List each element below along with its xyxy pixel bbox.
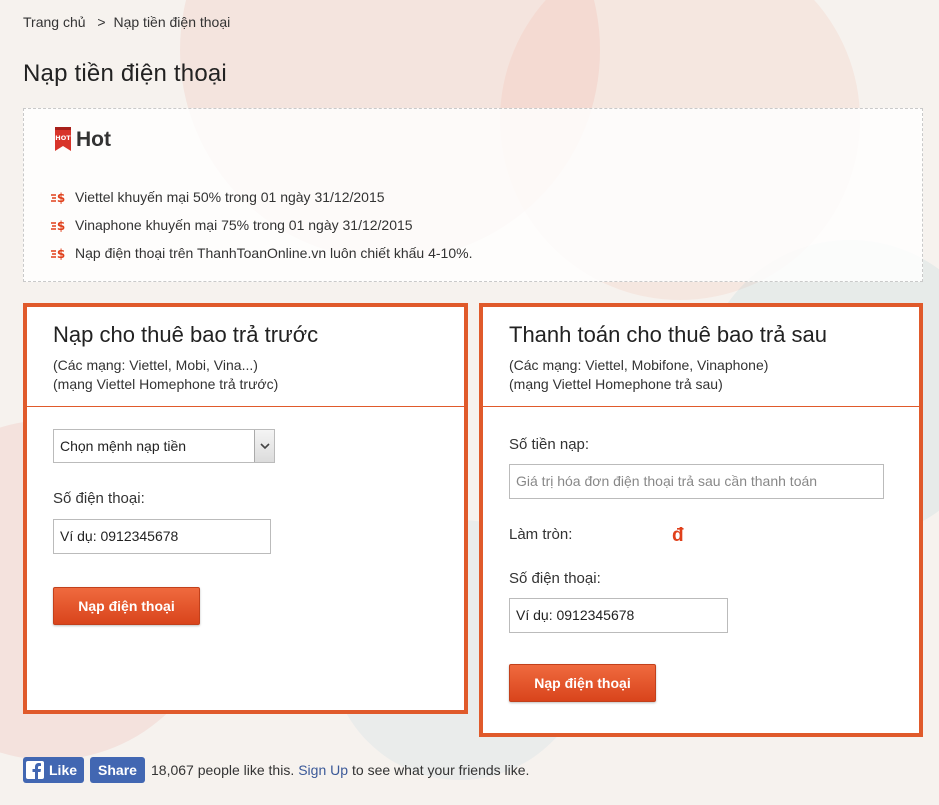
page-title: Nạp tiền điện thoại bbox=[23, 60, 227, 87]
hot-badge-icon: HOT bbox=[55, 127, 71, 151]
money-bullet-icon: $ bbox=[51, 247, 65, 260]
hot-item[interactable]: $ Nạp điện thoại trên ThanhToanOnline.vn… bbox=[50, 239, 472, 267]
page: Trang chủ > Nạp tiền điện thoại Nạp tiền… bbox=[0, 0, 939, 805]
hot-promotions-box: HOT Hot $ Viettel khuyến mại 50% trong 0… bbox=[23, 108, 923, 282]
prepaid-networks: (Các mạng: Viettel, Mobi, Vina...) bbox=[53, 357, 258, 373]
postpaid-card-header: Thanh toán cho thuê bao trả sau (Các mạn… bbox=[483, 307, 919, 407]
hot-list: $ Viettel khuyến mại 50% trong 01 ngày 3… bbox=[50, 183, 472, 267]
facebook-social-bar: Like Share 18,067 people like this. Sign… bbox=[23, 757, 529, 783]
prepaid-card-header: Nạp cho thuê bao trả trước (Các mạng: Vi… bbox=[27, 307, 464, 407]
facebook-share-button[interactable]: Share bbox=[90, 757, 145, 783]
breadcrumb-separator: > bbox=[97, 14, 106, 30]
prepaid-homephone-note: (mạng Viettel Homephone trả trước) bbox=[53, 376, 279, 392]
hot-title: Hot bbox=[76, 128, 111, 151]
prepaid-title: Nạp cho thuê bao trả trước bbox=[53, 322, 319, 347]
hot-item[interactable]: $ Vinaphone khuyến mại 75% trong 01 ngày… bbox=[50, 211, 472, 239]
round-label: Làm tròn: bbox=[509, 526, 573, 543]
svg-text:$: $ bbox=[57, 219, 65, 232]
postpaid-card: Thanh toán cho thuê bao trả sau (Các mạn… bbox=[479, 303, 923, 737]
denomination-select[interactable]: Chọn mệnh nạp tiền bbox=[53, 429, 275, 463]
denomination-select-value: Chọn mệnh nạp tiền bbox=[60, 438, 187, 454]
prepaid-card: Nạp cho thuê bao trả trước (Các mạng: Vi… bbox=[23, 303, 468, 714]
facebook-like-count: 18,067 people like this. bbox=[151, 762, 295, 778]
hot-item[interactable]: $ Viettel khuyến mại 50% trong 01 ngày 3… bbox=[50, 183, 472, 211]
amount-input[interactable]: Giá trị hóa đơn điện thoại trả sau cần t… bbox=[509, 464, 884, 499]
hot-item-text: Nạp điện thoại trên ThanhToanOnline.vn l… bbox=[75, 245, 473, 261]
facebook-signup-suffix: to see what your friends like. bbox=[352, 762, 530, 778]
hot-item-text: Viettel khuyến mại 50% trong 01 ngày 31/… bbox=[75, 189, 385, 205]
hot-item-text: Vinaphone khuyến mại 75% trong 01 ngày 3… bbox=[75, 217, 413, 233]
breadcrumb-home-link[interactable]: Trang chủ bbox=[23, 14, 86, 30]
prepaid-topup-button[interactable]: Nạp điện thoại bbox=[53, 587, 200, 625]
prepaid-phone-label: Số điện thoại: bbox=[53, 490, 145, 507]
facebook-like-label: Like bbox=[49, 762, 78, 778]
breadcrumb: Trang chủ > Nạp tiền điện thoại bbox=[23, 14, 230, 30]
facebook-f-icon bbox=[26, 761, 44, 779]
svg-text:$: $ bbox=[57, 191, 65, 204]
amount-label: Số tiền nạp: bbox=[509, 436, 590, 453]
svg-text:$: $ bbox=[57, 247, 65, 260]
money-bullet-icon: $ bbox=[51, 191, 65, 204]
hot-header: HOT Hot bbox=[52, 125, 111, 155]
postpaid-phone-label: Số điện thoại: bbox=[509, 570, 601, 587]
postpaid-networks: (Các mạng: Viettel, Mobifone, Vinaphone) bbox=[509, 357, 769, 373]
facebook-signup-link[interactable]: Sign Up bbox=[298, 762, 348, 778]
money-bullet-icon: $ bbox=[51, 219, 65, 232]
postpaid-phone-input[interactable]: Ví dụ: 0912345678 bbox=[509, 598, 728, 633]
chevron-down-icon[interactable] bbox=[254, 430, 274, 462]
breadcrumb-current: Nạp tiền điện thoại bbox=[113, 14, 231, 30]
postpaid-topup-button[interactable]: Nạp điện thoại bbox=[509, 664, 656, 702]
currency-symbol: đ bbox=[672, 525, 684, 546]
facebook-like-button[interactable]: Like bbox=[23, 757, 84, 783]
svg-text:HOT: HOT bbox=[55, 134, 71, 142]
postpaid-homephone-note: (mạng Viettel Homephone trả sau) bbox=[509, 376, 723, 392]
postpaid-title: Thanh toán cho thuê bao trả sau bbox=[509, 322, 828, 347]
prepaid-phone-input[interactable]: Ví dụ: 0912345678 bbox=[53, 519, 271, 554]
